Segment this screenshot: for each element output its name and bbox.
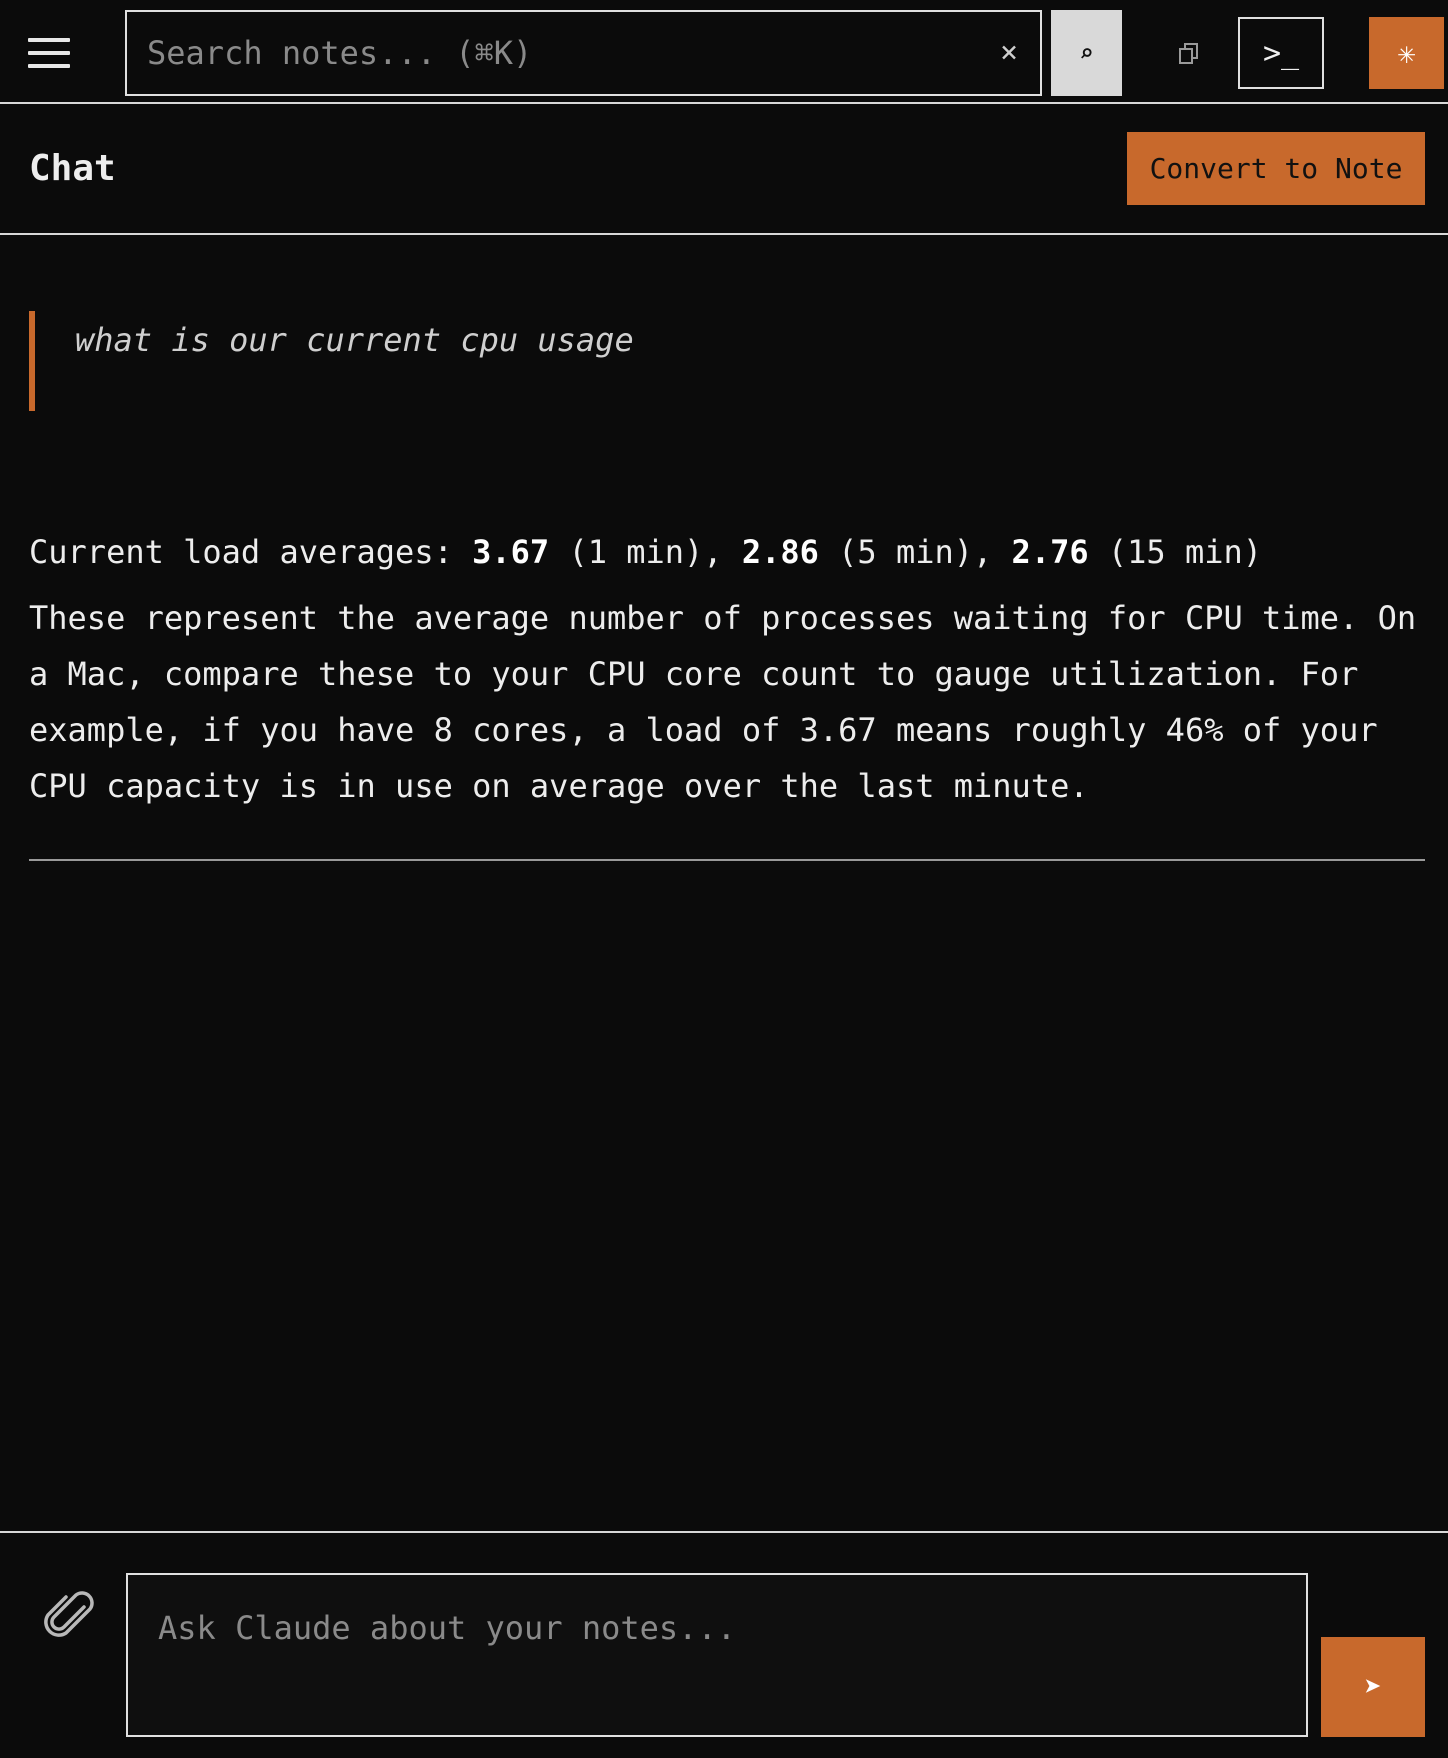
message-divider — [29, 859, 1425, 861]
copy-icon — [1179, 43, 1198, 64]
user-message: what is our current cpu usage — [29, 311, 929, 411]
send-icon: ➤ — [1363, 1669, 1383, 1705]
terminal-icon: >_ — [1262, 35, 1300, 71]
sparkle-icon: ✳ — [1397, 35, 1416, 71]
hamburger-menu-icon[interactable] — [28, 38, 70, 68]
composer: ➤ — [0, 1531, 1448, 1758]
assistant-message: Current load averages: 3.67 (1 min), 2.8… — [29, 530, 1425, 814]
load-1min-value: 3.67 — [472, 533, 550, 571]
send-button[interactable]: ➤ — [1321, 1637, 1425, 1737]
load-averages-line: Current load averages: 3.67 (1 min), 2.8… — [29, 530, 1425, 574]
assistant-explanation: These represent the average number of pr… — [29, 599, 1417, 805]
page-title: Chat — [29, 148, 116, 189]
search-button[interactable]: ⌕ — [1051, 10, 1122, 96]
load-15min-label: (15 min) — [1088, 533, 1262, 571]
load-5min-value: 2.86 — [741, 533, 819, 571]
attach-button[interactable] — [44, 1585, 98, 1645]
copy-button[interactable] — [1170, 36, 1208, 72]
load-5min-label: (5 min), — [818, 533, 1012, 571]
load-prefix: Current load averages: — [29, 533, 473, 571]
search-icon: ⌕ — [1079, 39, 1094, 67]
search-input[interactable] — [145, 12, 975, 94]
top-bar: × ⌕ >_ ✳ — [0, 0, 1448, 104]
claude-button[interactable]: ✳ — [1369, 17, 1444, 89]
terminal-button[interactable]: >_ — [1238, 17, 1324, 89]
chat-header: Chat Convert to Note — [0, 104, 1448, 235]
search-box: × — [125, 10, 1042, 96]
paperclip-icon — [44, 1591, 94, 1637]
convert-to-note-button[interactable]: Convert to Note — [1127, 132, 1425, 205]
close-icon[interactable]: × — [1000, 34, 1018, 72]
load-1min-label: (1 min), — [549, 533, 742, 571]
user-message-text: what is our current cpu usage — [75, 321, 634, 359]
load-15min-value: 2.76 — [1011, 533, 1089, 571]
chat-input[interactable] — [126, 1573, 1308, 1737]
